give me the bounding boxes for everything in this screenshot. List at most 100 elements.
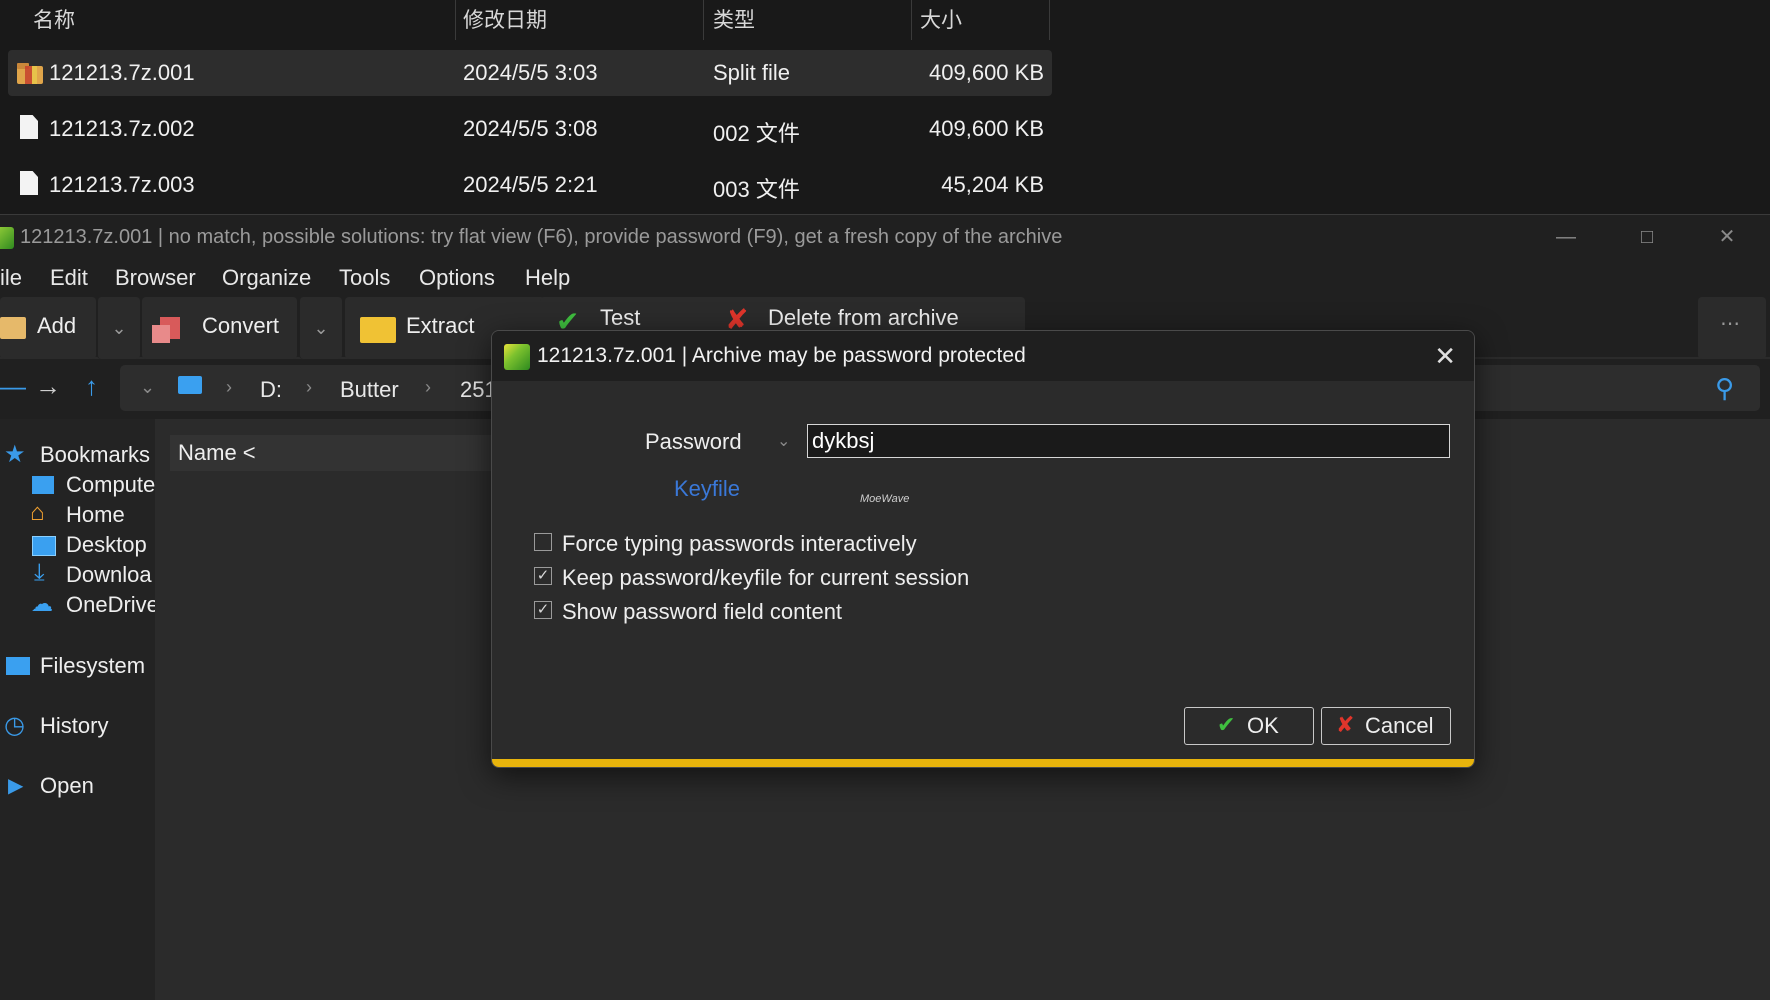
- document-icon: [20, 171, 38, 195]
- breadcrumb-folder[interactable]: Butter: [340, 377, 399, 403]
- password-history-chevron-icon[interactable]: ⌄: [777, 431, 790, 451]
- force-interactive-checkbox[interactable]: [534, 533, 552, 551]
- close-icon[interactable]: ✕: [1434, 341, 1456, 372]
- file-row[interactable]: 121213.7z.001 2024/5/5 3:03 Split file 4…: [8, 50, 1052, 96]
- watermark-text: MoeWave: [860, 493, 910, 505]
- dialog-accent-bar: [492, 759, 1474, 767]
- sidebar-item-desktop[interactable]: Desktop: [66, 532, 147, 558]
- history-clock-icon: ◷: [4, 712, 25, 739]
- breadcrumb-chevron-icon: ›: [425, 377, 431, 397]
- more-options-button[interactable]: ⋯: [1698, 297, 1766, 359]
- sidebar: ★ Bookmarks Compute ⌂ Home Desktop ⤓ Dow…: [0, 419, 159, 1000]
- file-size: 409,600 KB: [929, 116, 1044, 141]
- maximize-icon[interactable]: □: [1627, 223, 1667, 251]
- show-password-checkbox[interactable]: ✓: [534, 601, 552, 619]
- ok-button[interactable]: ✔ OK: [1184, 707, 1314, 745]
- keyfile-link[interactable]: Keyfile: [674, 476, 740, 502]
- file-type: 002 文件: [713, 121, 800, 146]
- sidebar-item-computer[interactable]: Compute: [66, 472, 155, 498]
- column-modified-header[interactable]: 修改日期: [463, 4, 547, 34]
- file-size: 409,600 KB: [929, 60, 1044, 85]
- menu-bar: ile Edit Browser Organize Tools Options …: [0, 259, 1770, 295]
- search-icon[interactable]: ⚲: [1715, 373, 1734, 404]
- breadcrumb-drive[interactable]: D:: [260, 377, 282, 403]
- close-icon[interactable]: ✕: [1707, 223, 1747, 251]
- option-label: Show password field content: [562, 599, 843, 624]
- back-arrow-icon[interactable]: —: [0, 371, 26, 402]
- menu-edit[interactable]: Edit: [50, 265, 88, 291]
- breadcrumb-chevron-icon: ›: [306, 377, 312, 397]
- file-name: 121213.7z.001: [49, 60, 195, 85]
- file-size: 45,204 KB: [941, 172, 1044, 197]
- name-column-label: Name <: [178, 440, 256, 465]
- play-triangle-icon: ▶: [8, 775, 24, 797]
- file-name: 121213.7z.002: [49, 116, 195, 141]
- window-titlebar[interactable]: 121213.7z.001 | no match, possible solut…: [0, 215, 1770, 259]
- menu-browser[interactable]: Browser: [115, 265, 196, 291]
- check-icon: ✔: [1217, 712, 1236, 737]
- breadcrumb-chevron-icon: ›: [226, 377, 232, 397]
- sidebar-item-onedrive[interactable]: OneDrive: [66, 592, 159, 618]
- menu-help[interactable]: Help: [525, 265, 570, 291]
- menu-options[interactable]: Options: [419, 265, 495, 291]
- cancel-label: Cancel: [1365, 713, 1434, 738]
- cloud-icon: ☁: [31, 591, 53, 616]
- sidebar-open[interactable]: Open: [40, 773, 94, 799]
- column-type-header[interactable]: 类型: [713, 4, 755, 34]
- column-divider[interactable]: [911, 0, 912, 40]
- sidebar-filesystem[interactable]: Filesystem: [40, 653, 145, 679]
- archive-split-icon: [16, 58, 44, 86]
- menu-file[interactable]: ile: [0, 265, 22, 291]
- dialog-title: 121213.7z.001 | Archive may be password …: [537, 344, 1026, 367]
- cancel-button[interactable]: ✘ Cancel: [1321, 707, 1451, 745]
- window-title: 121213.7z.001 | no match, possible solut…: [20, 226, 1063, 248]
- home-icon: ⌂: [30, 499, 45, 526]
- file-row[interactable]: 121213.7z.002 2024/5/5 3:08 002 文件 409,6…: [8, 106, 1052, 152]
- file-modified: 2024/5/5 3:08: [463, 116, 598, 141]
- convert-dropdown-chevron-icon[interactable]: ⌄: [299, 297, 342, 359]
- star-icon: ★: [4, 441, 26, 468]
- column-divider[interactable]: [703, 0, 704, 40]
- history-chevron-icon[interactable]: ⌄: [140, 377, 155, 398]
- file-type: Split file: [713, 60, 791, 85]
- file-row[interactable]: 121213.7z.003 2024/5/5 2:21 003 文件 45,20…: [8, 162, 1052, 208]
- convert-button[interactable]: Convert: [142, 297, 297, 359]
- sidebar-bookmarks[interactable]: Bookmarks: [40, 442, 150, 468]
- ok-label: OK: [1247, 713, 1279, 738]
- file-modified: 2024/5/5 2:21: [463, 172, 598, 197]
- document-icon: [20, 115, 38, 139]
- column-name-header[interactable]: 名称: [33, 4, 75, 34]
- add-icon: [0, 317, 26, 339]
- computer-icon: [32, 476, 54, 494]
- sidebar-item-home[interactable]: Home: [66, 502, 125, 528]
- folder-icon: [6, 657, 30, 675]
- test-label: Test: [600, 305, 641, 330]
- keep-password-checkbox[interactable]: ✓: [534, 567, 552, 585]
- up-arrow-icon[interactable]: ↑: [85, 371, 98, 402]
- password-dialog: 121213.7z.001 | Archive may be password …: [491, 330, 1475, 768]
- delete-label: Delete from archive: [768, 305, 959, 330]
- sidebar-history[interactable]: History: [40, 713, 108, 739]
- menu-tools[interactable]: Tools: [339, 265, 390, 291]
- add-button[interactable]: Add: [0, 297, 96, 359]
- option-label: Force typing passwords interactively: [562, 531, 917, 556]
- forward-arrow-icon[interactable]: →: [35, 371, 61, 402]
- sidebar-item-downloads[interactable]: Downloa: [66, 562, 152, 588]
- add-dropdown-chevron-icon[interactable]: ⌄: [97, 297, 140, 359]
- column-divider[interactable]: [455, 0, 456, 40]
- desktop-icon: [32, 536, 56, 556]
- folder-extract-icon: [360, 317, 396, 343]
- minimize-icon[interactable]: —: [1546, 223, 1586, 251]
- extract-label: Extract: [406, 313, 475, 338]
- explorer-file-list: 名称 修改日期 类型 大小 121213.7z.001 2024/5/5 3:0…: [0, 0, 1770, 214]
- convert-label: Convert: [202, 313, 280, 338]
- computer-icon: [178, 376, 202, 394]
- dialog-titlebar[interactable]: 121213.7z.001 | Archive may be password …: [492, 331, 1474, 381]
- password-label: Password: [645, 429, 742, 454]
- password-input[interactable]: [807, 424, 1450, 458]
- name-column-header[interactable]: Name <: [170, 435, 500, 471]
- download-icon: ⤓: [34, 559, 45, 586]
- column-size-header[interactable]: 大小: [920, 4, 962, 34]
- menu-organize[interactable]: Organize: [222, 265, 311, 291]
- column-divider[interactable]: [1049, 0, 1050, 40]
